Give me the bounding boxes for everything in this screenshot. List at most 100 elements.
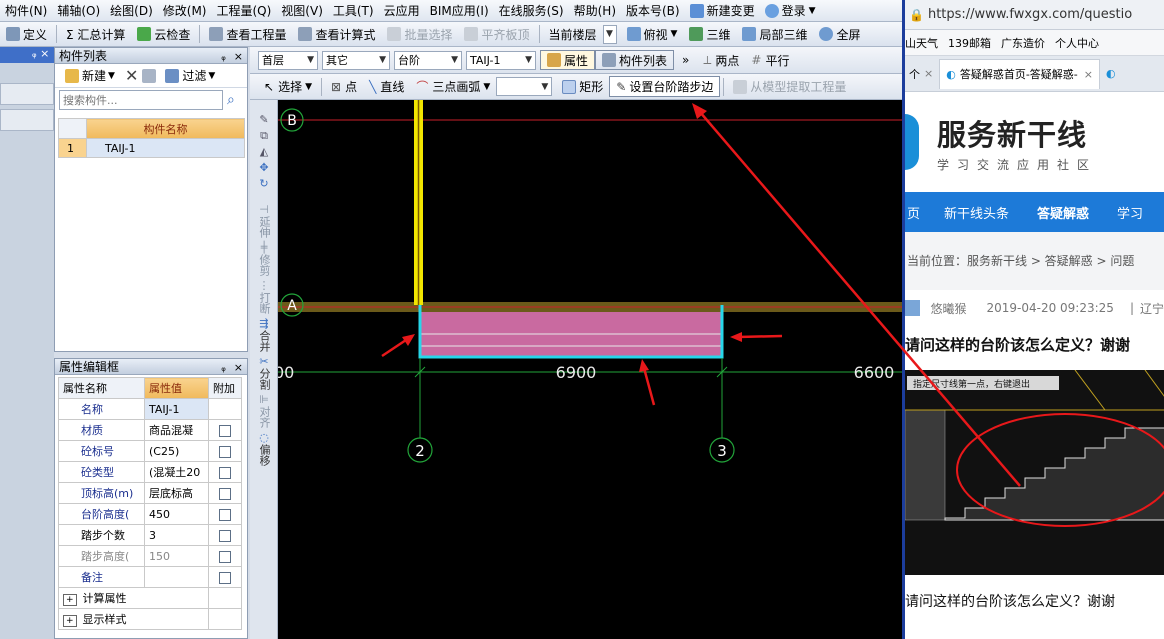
bookmark-weather[interactable]: 山天气 [905,35,938,51]
tab-partial[interactable]: 个 [905,66,924,82]
property-row[interactable]: 名称 TAIJ-1 [58,398,242,420]
set-step-edge-button[interactable]: ✎ 设置台阶踏步边 [609,76,721,97]
view-formula-button[interactable]: 查看计算式 [292,23,381,46]
search-input[interactable] [59,90,223,110]
fullscreen-button[interactable]: 全屏 [813,23,866,46]
menu-quantity[interactable]: 工程量(Q) [211,1,276,21]
prop-value[interactable]: 150 [144,545,209,567]
more-icon[interactable]: » [682,53,689,67]
avatar[interactable] [905,300,921,316]
dock-item[interactable] [0,83,54,105]
floor-dropdown[interactable]: ▼ [602,24,617,44]
floor-select[interactable]: 首层 ▼ [258,50,318,70]
extra-checkbox[interactable] [219,466,231,479]
property-row[interactable]: 备注 [58,566,242,588]
property-row[interactable]: 台阶高度(450 [58,503,242,525]
new-component-button[interactable]: 新建 ▼ [59,64,121,87]
arc-option-select[interactable]: ▼ [496,77,553,96]
property-row[interactable]: 砼标号 (C25) [58,440,242,462]
nav-item-home[interactable]: 页 [905,203,930,222]
property-group-row[interactable]: + 显示样式 [58,608,242,630]
component-select[interactable]: TAIJ-1 ▼ [466,50,536,70]
align-tool[interactable]: ⊫ 对齐 [250,394,278,429]
url-text[interactable]: https://www.fwxgx.com/questio [928,7,1132,22]
menu-view[interactable]: 视图(V) [276,1,328,21]
bookmark-139mail[interactable]: 139邮箱 [948,35,991,51]
summary-calc-button[interactable]: Σ 汇总计算 [60,23,131,46]
menu-login[interactable]: 登录 ▼ [760,1,821,21]
nav-item-study[interactable]: 学习 [1103,203,1157,222]
arc-button[interactable]: ⌒ 三点画弧 ▼ [410,75,496,98]
prop-value[interactable]: 3 [144,524,209,546]
menu-draw[interactable]: 绘图(D) [105,1,158,21]
prop-value[interactable]: (混凝土20 [144,461,209,483]
line-button[interactable]: ╲ 直线 [363,75,410,98]
close-icon[interactable]: × [234,50,243,63]
bookmark-personal[interactable]: 个人中心 [1055,35,1099,51]
rotate-icon[interactable]: ↻ [250,178,278,190]
menu-version[interactable]: 版本号(B) [621,1,685,21]
post-user[interactable]: 悠曦猴 [930,300,966,317]
property-row[interactable]: 踏步个数 3 [58,524,242,546]
prop-value[interactable]: (C25) [144,440,209,462]
nav-item-qa[interactable]: 答疑解惑 [1023,203,1103,222]
type-select[interactable]: 其它 ▼ [322,50,390,70]
select-button[interactable]: ↖ 选择 ▼ [258,75,318,98]
dock-item[interactable] [0,109,54,131]
question-image[interactable]: 指定尺寸线第一点，右键退出 [905,370,1164,575]
trim-tool[interactable]: ╪ 修剪 [250,242,278,277]
mirror-icon[interactable]: ◭ [250,146,278,158]
top-view-button[interactable]: 俯视 ▼ [621,23,684,46]
pin-icon[interactable]: ᵩ [221,50,226,63]
merge-tool[interactable]: ⇶ 合并 [250,318,278,353]
prop-value[interactable]: 商品混凝 [144,419,209,441]
menu-tools[interactable]: 工具(T) [328,1,379,21]
align-slab-top-button[interactable]: 平齐板顶 [458,23,535,46]
extra-checkbox[interactable] [219,487,231,500]
prop-value[interactable] [144,566,209,588]
extend-tool[interactable]: ⊣ 延伸 [250,204,278,239]
menu-cloud[interactable]: 云应用 [379,1,425,21]
menu-bim[interactable]: BIM应用(I) [425,1,494,21]
point-button[interactable]: ⊠ 点 [325,75,363,98]
dock-pin-bar[interactable]: ᵩ × [0,47,54,63]
expand-icon[interactable]: + [63,594,77,606]
extra-checkbox[interactable] [219,445,231,458]
define-button[interactable]: 定义 [0,23,53,46]
local-3d-button[interactable]: 局部三维 [736,23,813,46]
menu-new-change[interactable]: 新建变更 [685,1,760,21]
3d-button[interactable]: 三维 [683,23,736,46]
extra-checkbox[interactable] [219,424,231,437]
close-icon[interactable]: × [234,361,243,374]
extra-checkbox[interactable] [219,508,231,521]
prop-value[interactable]: TAIJ-1 [144,398,209,420]
nav-item-headlines[interactable]: 新干线头条 [930,203,1023,222]
pen-icon[interactable]: ✎ [250,114,278,126]
property-row[interactable]: 砼类型 (混凝土20 [58,461,242,483]
extra-checkbox[interactable] [219,550,231,563]
offset-tool[interactable]: ◌ 偏移 [250,432,278,467]
split-tool[interactable]: ✂ 分割 [250,356,278,391]
property-row[interactable]: 踏步高度(150 [58,545,242,567]
rect-button[interactable]: 矩形 [556,75,609,98]
bookmark-guangdong[interactable]: 广东造价 [1001,35,1045,51]
site-favicon-icon[interactable]: ◐ [1106,67,1116,80]
expand-icon[interactable]: + [63,615,77,627]
extra-checkbox[interactable] [219,529,231,542]
menu-online[interactable]: 在线服务(S) [494,1,569,21]
cloud-check-button[interactable]: 云检查 [131,23,196,46]
move-icon[interactable]: ✥ [250,162,278,174]
view-quantity-button[interactable]: 查看工程量 [203,23,292,46]
attribute-button[interactable]: 属性 [540,50,596,70]
close-icon[interactable]: × [924,67,933,80]
copy-icon[interactable] [142,68,157,83]
copy-tool-icon[interactable]: ⧉ [250,130,278,142]
menu-modify[interactable]: 修改(M) [158,1,212,21]
prop-value[interactable]: 层底标高 [144,482,209,504]
subtype-select[interactable]: 台阶 ▼ [394,50,462,70]
property-row[interactable]: 顶标高(m) 层底标高 [58,482,242,504]
component-list-button[interactable]: 构件列表 [595,50,675,70]
prop-value[interactable]: 450 [144,503,209,525]
batch-select-button[interactable]: 批量选择 [381,23,458,46]
extract-quantity-button[interactable]: 从模型提取工程量 [727,75,852,98]
